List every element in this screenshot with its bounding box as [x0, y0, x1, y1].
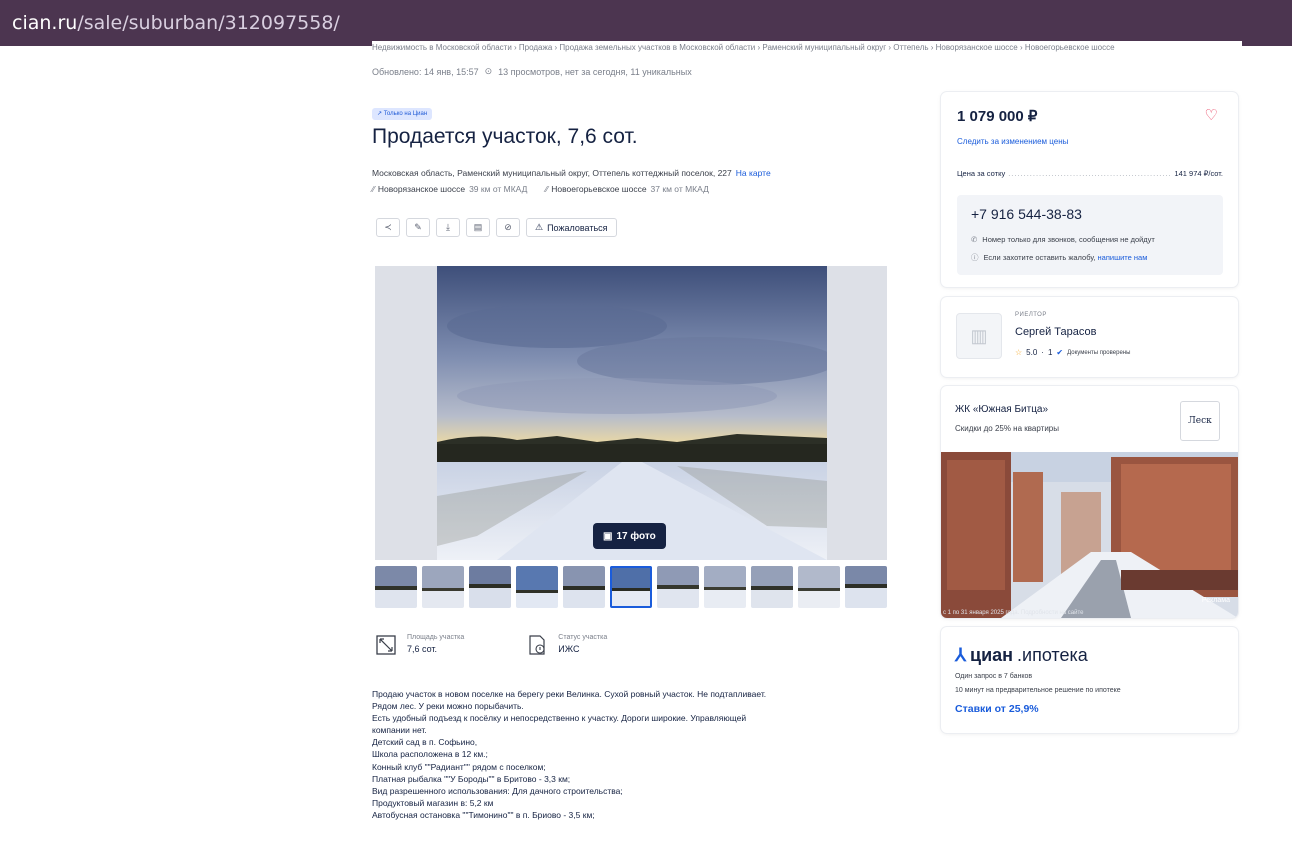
main-photo[interactable] — [437, 266, 827, 560]
thumbnail[interactable] — [798, 566, 840, 608]
star-icon: ☆ — [1015, 348, 1023, 357]
listing-meta: Обновлено: 14 янв, 15:57 ⊙ 13 просмотров… — [372, 66, 692, 77]
thumbnail[interactable] — [516, 566, 558, 608]
highways: ⁄⁄ Новорязанское шоссе 39 км от МКАД ⁄⁄ Нов… — [372, 184, 709, 194]
agent-meta: ☆ 5.0 · 1 ✔ Документы проверены — [1015, 348, 1131, 357]
road-icon: ⁄⁄ — [372, 184, 375, 194]
mortgage-logo: ⅄ циан .ипотека — [955, 645, 1088, 665]
key-facts: Площадь участка 7,6 сот. Статус участка ИЖ… — [375, 634, 607, 656]
agent-name[interactable]: Сергей Тарасов — [1015, 326, 1096, 338]
printer-icon: ▤ — [473, 222, 483, 232]
price-card: 1 079 000 ₽ ♡ Следить за изменением цены… — [941, 92, 1238, 287]
area-icon — [376, 635, 396, 655]
ad-logo: Леск — [1180, 401, 1220, 441]
download-button[interactable]: ⤓ — [436, 218, 460, 237]
download-icon: ⤓ — [446, 222, 450, 232]
photo-gallery[interactable] — [375, 266, 887, 560]
phone-number[interactable]: +7 916 544-38-83 — [971, 206, 1082, 222]
views-count: 13 просмотров, нет за сегодня, 11 уникал… — [498, 66, 692, 77]
thumbnail[interactable] — [375, 566, 417, 608]
document-status-icon — [529, 635, 545, 655]
pencil-icon: ✎ — [414, 222, 422, 232]
address-bar[interactable]: cian.ru/sale/suburban/312097558/ — [0, 0, 1292, 46]
address: Московская область, Раменский муниципаль… — [372, 168, 771, 178]
share-icon: ≺ — [384, 222, 392, 232]
mortgage-card[interactable]: ⅄ циан .ипотека Один запрос в 7 банков 10 … — [941, 627, 1238, 733]
note-button[interactable]: ✎ — [406, 218, 430, 237]
building-icon: ▥ — [970, 325, 988, 346]
ad-image[interactable]: с 1 по 31 января 2025 года. Подробности … — [941, 452, 1238, 618]
highway-item[interactable]: ⁄⁄ Новорязанское шоссе 39 км от МКАД — [372, 184, 527, 194]
listing-toolbar: ≺ ✎ ⤓ ▤ ⊘ ⚠ Пожаловаться — [376, 218, 617, 237]
map-link[interactable]: На карте — [736, 168, 771, 178]
write-us-link[interactable]: напишите нам — [1098, 253, 1148, 262]
camera-icon: ▣ — [603, 530, 613, 542]
hide-button[interactable]: ⊘ — [496, 218, 520, 237]
ad-subtitle: Скидки до 25% на квартиры — [955, 424, 1059, 433]
thumbnail-strip — [375, 566, 887, 608]
thumbnail[interactable] — [469, 566, 511, 608]
ad-caption: с 1 по 31 января 2025 года. Подробности … — [943, 610, 1084, 616]
thumbnail[interactable] — [704, 566, 746, 608]
updated-time: Обновлено: 14 янв, 15:57 — [372, 66, 479, 77]
complain-button[interactable]: ⚠ Пожаловаться — [526, 218, 617, 237]
thumbnail[interactable] — [563, 566, 605, 608]
thumbnail[interactable] — [751, 566, 793, 608]
road-icon: ⁄⁄ — [545, 184, 549, 194]
hide-icon: ⊘ — [504, 222, 512, 232]
complaint-note: ⓘ Если захотите оставить жалобу, напишите… — [971, 253, 1148, 262]
agent-avatar: ▥ — [956, 313, 1002, 359]
phone-note: ✆ Номер только для звонков, сообщения не … — [971, 235, 1155, 244]
share-button[interactable]: ≺ — [376, 218, 400, 237]
warning-icon: ⚠ — [535, 222, 544, 232]
description: Продаю участок в новом поселке на берегу… — [372, 689, 767, 820]
ad-label: Реклама — [1201, 597, 1230, 604]
exclusive-badge: ↗ Только на Циан — [372, 108, 433, 120]
phone-icon: ✆ — [971, 235, 978, 244]
thumbnail[interactable] — [657, 566, 699, 608]
thumbnail[interactable] — [845, 566, 887, 608]
page-title: Продается участок, 7,6 сот. — [372, 125, 638, 148]
price: 1 079 000 ₽ — [957, 108, 1038, 125]
info-icon: ⓘ — [971, 253, 979, 262]
url-host: cian.ru — [12, 12, 78, 34]
print-button[interactable]: ▤ — [466, 218, 490, 237]
price-per-sotka: Цена за сотку ..........................… — [957, 169, 1223, 178]
ad-card[interactable]: ЖК «Южная Битца» Скидки до 25% на кварти… — [941, 386, 1238, 618]
phone-box: +7 916 544-38-83 ✆ Номер только для звонк… — [957, 195, 1223, 275]
agent-role: РИЕЛТОР — [1015, 312, 1047, 318]
agent-card[interactable]: ▥ РИЕЛТОР Сергей Тарасов ☆ 5.0 · 1 ✔ Докумен… — [941, 297, 1238, 377]
thumbnail[interactable] — [422, 566, 464, 608]
breadcrumb[interactable]: Недвижимость в Московской области › Прод… — [372, 41, 1242, 53]
highway-item[interactable]: ⁄⁄ Новоегорьевское шоссе 37 км от МКАД — [545, 184, 708, 194]
photo-count-button[interactable]: ▣ 17 фото — [593, 523, 666, 549]
mortgage-rate-link[interactable]: Ставки от 25,9% — [955, 703, 1039, 715]
address-text: Московская область, Раменский муниципаль… — [372, 168, 732, 178]
ad-title: ЖК «Южная Битца» — [955, 404, 1049, 415]
fact-area: Площадь участка 7,6 сот. — [375, 634, 464, 656]
thumbnail-active[interactable] — [610, 566, 652, 608]
eye-icon: ⊙ — [484, 66, 493, 76]
verified-icon: ✔ — [1056, 348, 1064, 357]
follow-price-link[interactable]: Следить за изменением цены — [957, 137, 1068, 146]
cian-logo-icon: ⅄ — [955, 645, 966, 665]
favorite-heart-icon[interactable]: ♡ — [1205, 106, 1218, 124]
url-path: /sale/suburban/312097558/ — [77, 12, 340, 34]
fact-status: Статус участка ИЖС — [526, 634, 607, 656]
